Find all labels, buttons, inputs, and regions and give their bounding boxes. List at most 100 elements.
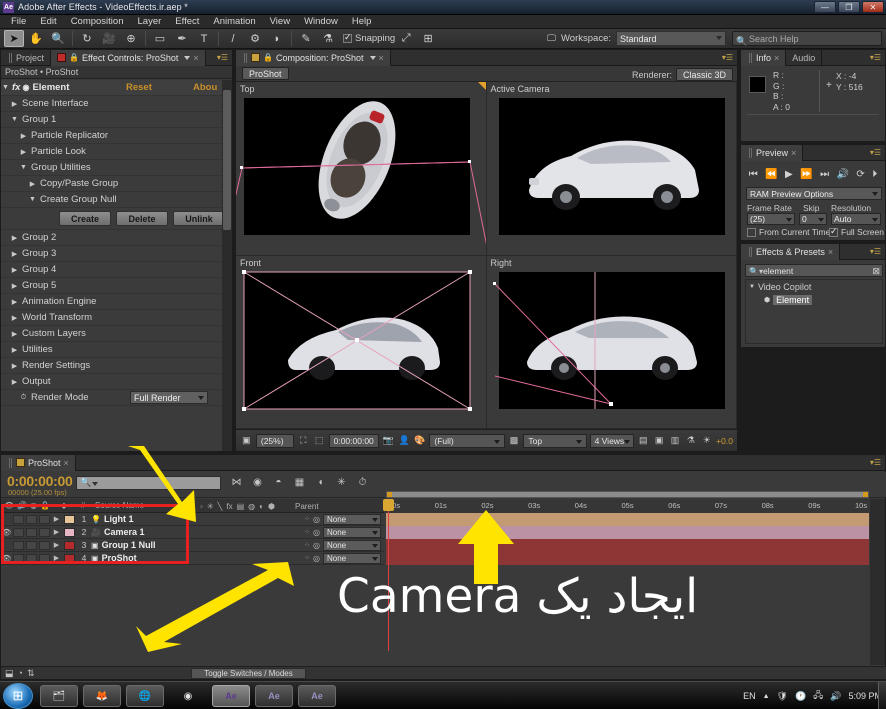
menu-item-composition[interactable]: Composition (64, 16, 131, 27)
taskbar-item-media-player[interactable]: ◉ (169, 685, 207, 707)
parent-pickwhip-icon[interactable]: ◎ (313, 528, 320, 537)
preview-transport-6[interactable]: ⟳ (856, 169, 864, 180)
menu-item-layer[interactable]: Layer (131, 16, 169, 27)
disclosure-triangle-icon[interactable]: ▶ (10, 298, 19, 306)
chevron-down-icon[interactable] (184, 55, 191, 60)
effect-header-element[interactable]: ▼ fx ◉ Element Reset Abou (1, 80, 222, 96)
exposure-value[interactable]: +0.0 (716, 436, 733, 446)
disclosure-triangle-icon[interactable]: ▶ (10, 378, 19, 386)
effects-item-row[interactable]: ⬢ Element (746, 293, 882, 306)
work-area-start-handle[interactable] (387, 492, 392, 497)
text-tool-icon[interactable]: T (194, 30, 214, 47)
disclosure-triangle-icon[interactable]: ▶ (10, 330, 19, 338)
effect-row-group-4[interactable]: ▶ Group 4 (1, 262, 222, 278)
camera-tool-icon[interactable]: 🎥 (99, 30, 119, 47)
create-button[interactable]: Create (59, 211, 111, 226)
close-icon[interactable]: × (828, 247, 833, 257)
layer-switches[interactable]: ⁘ (304, 554, 310, 562)
preview-transport-0[interactable]: ⏮ (749, 169, 758, 180)
effect-row-group-1[interactable]: ▼ Group 1 (1, 112, 222, 128)
disclosure-triangle-icon[interactable]: ▼ (28, 196, 37, 203)
hide-shy-icon[interactable]: ◖ (313, 475, 328, 490)
unlink-button[interactable]: Unlink (173, 211, 222, 226)
effect-row-group-2[interactable]: ▶ Group 2 (1, 230, 222, 246)
toggle-mask-icon[interactable]: ▩ (508, 434, 521, 448)
search-help-input[interactable]: 🔍 Search Help (732, 31, 882, 46)
clear-search-icon[interactable]: ⊠ (872, 265, 880, 277)
draft-3d-icon[interactable]: ◉ (250, 475, 265, 490)
disclosure-triangle-icon[interactable]: ▶ (28, 180, 37, 188)
effect-row-utilities[interactable]: ▶ Utilities (1, 342, 222, 358)
effect-enable-icon[interactable]: ◉ (22, 83, 29, 92)
menu-item-edit[interactable]: Edit (33, 16, 63, 27)
workspace-dropdown[interactable]: Standard (616, 31, 726, 46)
network-icon[interactable]: 🖧 (813, 688, 823, 704)
tab-effects-presets[interactable]: Effects & Presets × (741, 243, 841, 260)
playhead-handle[interactable] (383, 499, 394, 511)
delete-button[interactable]: Delete (116, 211, 168, 226)
resolution-field[interactable]: Auto (831, 213, 881, 225)
work-area-bar-top[interactable] (386, 491, 869, 498)
menu-item-effect[interactable]: Effect (168, 16, 206, 27)
full-screen-checkbox[interactable] (829, 226, 838, 237)
effect-row-particle-replicator[interactable]: ▶ Particle Replicator (1, 128, 222, 144)
effect-row-animation-engine[interactable]: ▶ Animation Engine (1, 294, 222, 310)
menu-item-help[interactable]: Help (345, 16, 379, 27)
disclosure-triangle-icon[interactable]: ▼ (1, 84, 10, 91)
disclosure-triangle-icon[interactable]: ▶ (10, 314, 19, 322)
disclosure-triangle-icon[interactable]: ▶ (10, 250, 19, 258)
panel-menu-icon[interactable]: ▾☰ (870, 458, 881, 467)
layer-switches[interactable]: ⁘ (304, 515, 310, 523)
layer-switches[interactable]: ⁘ (304, 528, 310, 536)
selection-tool-icon[interactable]: ➤ (4, 30, 24, 47)
panel-menu-icon[interactable]: ▾☰ (722, 53, 733, 62)
renderer-value[interactable]: Classic 3D (675, 68, 733, 81)
viewport-right[interactable]: Right (486, 255, 737, 429)
clone-stamp-tool-icon[interactable]: ⚙ (245, 30, 265, 47)
menu-item-animation[interactable]: Animation (206, 16, 262, 27)
views-count-dropdown[interactable]: 4 Views (589, 433, 634, 448)
effect-row-copy-paste-group[interactable]: ▶ Copy/Paste Group (1, 176, 222, 192)
volume-icon[interactable]: 🔊 (830, 691, 841, 702)
show-snapshot-icon[interactable]: 👤 (398, 434, 411, 448)
parent-dropdown[interactable]: None (323, 552, 381, 564)
panel-menu-icon[interactable]: ▾☰ (870, 148, 881, 157)
tab-timeline-proshot[interactable]: ProShot × (1, 454, 76, 471)
snap-grid-icon[interactable]: ⊞ (418, 30, 438, 47)
about-link[interactable]: Abou (193, 82, 217, 93)
fast-preview-icon[interactable]: ▣ (653, 434, 666, 448)
close-button[interactable]: ✕ (862, 1, 884, 13)
ram-preview-options-dropdown[interactable]: RAM Preview Options (746, 187, 882, 200)
exposure-icon[interactable]: ☀ (700, 434, 713, 448)
disclosure-triangle-icon[interactable]: ▶ (19, 148, 28, 156)
rotation-tool-icon[interactable]: ↻ (77, 30, 97, 47)
hand-tool-icon[interactable]: ✋ (26, 30, 46, 47)
close-icon[interactable]: × (774, 53, 779, 63)
lock-icon[interactable]: 🔒 (69, 53, 79, 62)
timeline-icon[interactable]: ▥ (669, 434, 682, 448)
security-icon[interactable]: 🛡 (777, 691, 788, 702)
brainstorm-icon[interactable]: ✳ (334, 475, 349, 490)
graph-editor-icon[interactable]: ▦ (292, 475, 307, 490)
effect-row-create-group-null[interactable]: ▼ Create Group Null (1, 192, 222, 208)
panel-menu-icon[interactable]: ▾☰ (870, 247, 881, 256)
viewport-top[interactable]: Top (236, 82, 487, 256)
pixel-aspect-icon[interactable]: ▤ (637, 434, 650, 448)
disclosure-triangle-icon[interactable]: ▼ (10, 116, 19, 123)
tab-composition[interactable]: 🔒 Composition: ProShot × (236, 49, 391, 66)
taskbar-item-firefox[interactable]: 🦊 (83, 685, 121, 707)
reset-link[interactable]: Reset (126, 82, 152, 93)
disclosure-triangle-icon[interactable]: ▶ (10, 346, 19, 354)
zoom-tool-icon[interactable]: 🔍 (48, 30, 68, 47)
auto-keyframe-icon[interactable]: ⏱ (355, 475, 370, 490)
shape-tool-icon[interactable]: ▭ (150, 30, 170, 47)
eraser-tool-icon[interactable]: ◗ (267, 30, 287, 47)
parent-dropdown[interactable]: None (323, 513, 381, 525)
disclosure-triangle-icon[interactable]: ▶ (10, 234, 19, 242)
clock-icon[interactable]: 🕐 (795, 691, 806, 702)
disclosure-triangle-icon[interactable]: ▼ (19, 164, 28, 171)
taskbar-item-explorer[interactable]: 🗂 (40, 685, 78, 707)
show-hidden-icons[interactable]: ▲ (763, 693, 770, 700)
zoom-dropdown[interactable]: (25%) (255, 433, 294, 457)
tab-info[interactable]: Info × (741, 49, 787, 66)
